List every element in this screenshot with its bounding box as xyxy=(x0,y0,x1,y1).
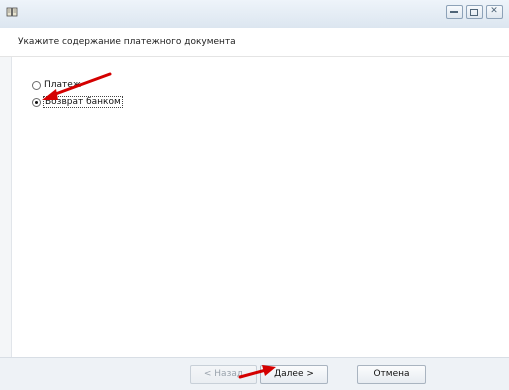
maximize-button[interactable] xyxy=(466,5,483,19)
book-icon xyxy=(6,7,18,17)
page-title: Укажите содержание платежного документа xyxy=(18,37,236,47)
close-button[interactable]: ✕ xyxy=(486,5,503,19)
left-border xyxy=(0,57,12,357)
annotation-arrow-icon xyxy=(42,72,112,100)
minimize-icon xyxy=(450,11,458,13)
cancel-button[interactable]: Отмена xyxy=(357,365,426,384)
title-bar: ✕ xyxy=(0,0,509,29)
minimize-button[interactable] xyxy=(446,5,463,19)
annotation-arrow-icon xyxy=(238,365,276,379)
close-icon: ✕ xyxy=(490,6,498,16)
maximize-icon xyxy=(470,9,478,16)
window-controls: ✕ xyxy=(446,5,503,19)
wizard-header: Укажите содержание платежного документа xyxy=(0,28,509,57)
